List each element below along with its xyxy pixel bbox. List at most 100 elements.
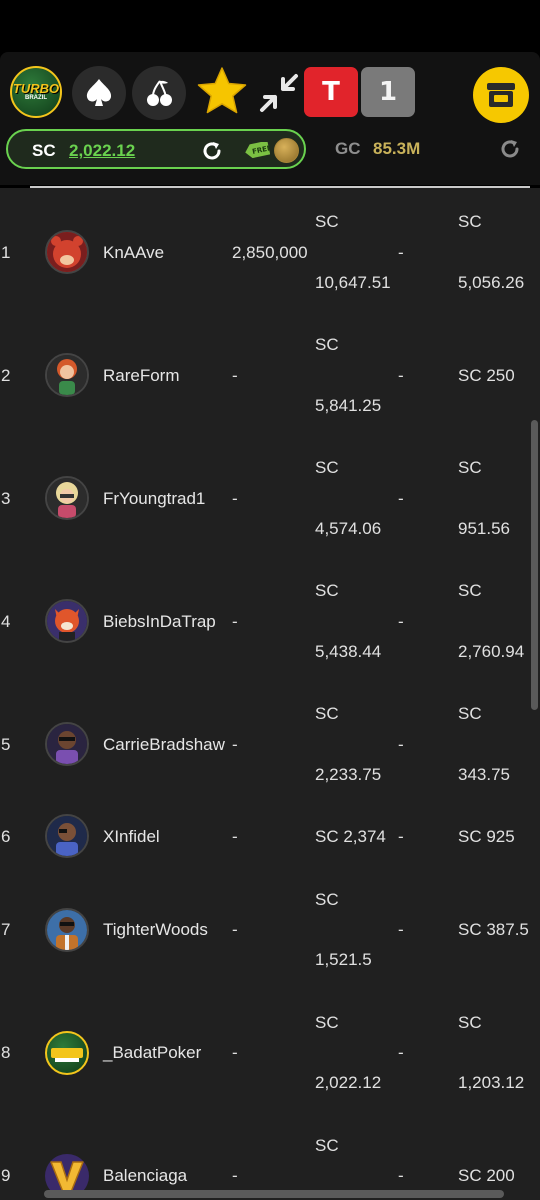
winnings-currency: SC <box>315 212 339 231</box>
winnings-value: 4,574.06 <box>315 519 382 538</box>
prize-value: SC 387.5 <box>458 920 529 939</box>
vertical-scrollbar[interactable] <box>531 420 538 710</box>
avatar <box>45 814 89 858</box>
bear-avatar-icon <box>47 232 87 272</box>
coin-icon <box>274 138 299 163</box>
table-row[interactable]: 4 BiebsInDaTrap - SC 5,438.44 - SC 2,760… <box>0 557 530 680</box>
sc-balance-value[interactable]: 2,022.12 <box>69 141 135 161</box>
avatar <box>45 353 89 397</box>
logo-subtext: BRAZIL <box>25 94 47 101</box>
prize-value: SC 250 <box>458 366 515 385</box>
status-bar-area <box>0 0 540 52</box>
prize-value: 2,760.94 <box>458 642 525 661</box>
avatar <box>45 1031 89 1075</box>
empty-cell: - <box>398 735 404 754</box>
header-icon-row: TURBO BRAZIL T 1 <box>0 62 540 123</box>
prize-currency: SC <box>458 581 482 600</box>
star-icon <box>197 67 247 114</box>
winnings-currency: SC <box>315 1136 339 1155</box>
table-row[interactable]: 3 FrYoungtrad1 - SC 4,574.06 - SC 951.56 <box>0 434 530 557</box>
score-cell: - <box>232 1043 238 1062</box>
turbo-brazil-logo[interactable]: TURBO BRAZIL <box>10 66 62 118</box>
spade-icon <box>86 79 112 106</box>
horizontal-scrollbar[interactable] <box>44 1190 504 1198</box>
rank-number: 8 <box>1 1043 11 1062</box>
balance-row: SC 2,022.12 FREE GC 85.3M <box>6 129 534 169</box>
avatar <box>45 722 89 766</box>
player-name[interactable]: CarrieBradshaw <box>103 735 225 755</box>
winnings-currency: SC <box>315 458 339 477</box>
avatar <box>45 230 89 274</box>
rank-number: 4 <box>1 612 11 631</box>
prize-value: SC 200 <box>458 1166 515 1185</box>
table-row[interactable]: 5 CarrieBradshaw - SC 2,233.75 - SC 343.… <box>0 680 530 803</box>
woman-avatar-icon <box>47 355 87 395</box>
winnings-currency: SC <box>315 1013 339 1032</box>
score-cell: - <box>232 735 238 754</box>
player-name[interactable]: KnAAve <box>103 243 164 263</box>
favorites-button[interactable] <box>194 64 250 120</box>
store-button[interactable] <box>473 67 529 123</box>
empty-cell: - <box>398 243 404 262</box>
score-cell: - <box>232 920 238 939</box>
fox-avatar-icon <box>47 601 87 641</box>
player-name[interactable]: TighterWoods <box>103 920 208 940</box>
empty-cell: - <box>398 366 404 385</box>
tab-one-button[interactable]: 1 <box>361 67 415 117</box>
prize-currency: SC <box>458 1013 482 1032</box>
table-row[interactable]: 7 TighterWoods - SC 1,521.5 - SC 387.5 <box>0 868 530 991</box>
score-cell: 2,850,000 <box>232 243 308 262</box>
score-cell: - <box>232 1166 238 1185</box>
prize-value: 343.75 <box>458 765 510 784</box>
prize-currency: SC <box>458 458 482 477</box>
sc-label: SC <box>32 141 56 160</box>
winnings-value: SC 2,374 <box>315 827 386 846</box>
slots-button[interactable] <box>132 66 186 120</box>
player-name[interactable]: FrYoungtrad1 <box>103 489 205 509</box>
rank-number: 2 <box>1 366 11 385</box>
prize-currency: SC <box>458 212 482 231</box>
winnings-value: 2,022.12 <box>315 1073 382 1092</box>
refresh-icon[interactable] <box>499 138 521 160</box>
winnings-value: 10,647.51 <box>315 273 391 292</box>
prize-value: 1,203.12 <box>458 1073 525 1092</box>
tab-t-button[interactable]: T <box>304 67 358 117</box>
player-name[interactable]: XInfidel <box>103 827 160 847</box>
sc-balance-pill[interactable]: SC 2,022.12 FREE <box>6 129 306 169</box>
rank-number: 3 <box>1 489 11 508</box>
empty-cell: - <box>398 1166 404 1185</box>
rank-number: 1 <box>1 243 11 262</box>
player-name[interactable]: RareForm <box>103 366 180 386</box>
table-row[interactable]: 8 _BadatPoker - SC 2,022.12 - SC 1,203.1… <box>0 991 530 1114</box>
player-name[interactable]: Balenciaga <box>103 1166 187 1186</box>
collapse-button[interactable] <box>258 72 300 114</box>
refresh-icon[interactable] <box>201 140 223 162</box>
table-row[interactable]: 1 KnAAve 2,850,000 SC 10,647.51 - SC 5,0… <box>0 188 530 311</box>
empty-cell: - <box>398 920 404 939</box>
man-suit-avatar-icon <box>47 910 87 950</box>
score-cell: - <box>232 827 238 846</box>
player-name[interactable]: _BadatPoker <box>103 1043 201 1063</box>
winnings-value: 5,841.25 <box>315 396 382 415</box>
poker-lobby-button[interactable] <box>72 66 126 120</box>
table-row[interactable]: 6 XInfidel - SC 2,374 - SC 925 <box>0 803 530 865</box>
player-name[interactable]: BiebsInDaTrap <box>103 612 216 632</box>
rank-number: 7 <box>1 920 11 939</box>
avatar <box>45 908 89 952</box>
table-row[interactable]: 9 Balenciaga - SC - SC 200 <box>0 1114 530 1200</box>
rank-number: 5 <box>1 735 11 754</box>
free-tag-icon: FREE <box>245 142 270 158</box>
prize-value: 951.56 <box>458 519 510 538</box>
winnings-value: 1,521.5 <box>315 950 372 969</box>
collapse-icon <box>260 74 298 112</box>
leaderboard-list[interactable]: 1 KnAAve 2,850,000 SC 10,647.51 - SC 5,0… <box>0 188 540 1200</box>
empty-cell: - <box>398 489 404 508</box>
table-row[interactable]: 2 RareForm - SC 5,841.25 - SC 250 <box>0 311 530 434</box>
winnings-currency: SC <box>315 335 339 354</box>
empty-cell: - <box>398 1043 404 1062</box>
man-eyepatch-avatar-icon <box>47 816 87 856</box>
man-sunglasses-avatar-icon <box>47 724 87 764</box>
avatar <box>45 599 89 643</box>
prize-value: 5,056.26 <box>458 273 525 292</box>
score-cell: - <box>232 489 238 508</box>
